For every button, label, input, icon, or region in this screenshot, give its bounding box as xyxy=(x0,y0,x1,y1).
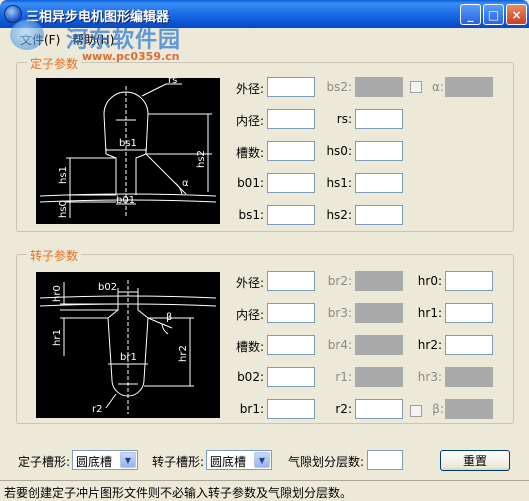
stator-hs1-input[interactable] xyxy=(355,173,403,193)
rotor-beta-input[interactable] xyxy=(445,399,493,419)
stator-slot-drawing: rs bs1 hs2 hs1 hs0 b01 α xyxy=(39,78,217,218)
rotor-b02-input[interactable] xyxy=(267,367,315,387)
stator-alpha-label: α: xyxy=(432,80,444,94)
rotor-slot-type-value: 圆底槽 xyxy=(210,455,247,469)
stator-hs0-input[interactable] xyxy=(355,141,403,161)
diagram-label-alpha: α xyxy=(182,178,189,189)
rotor-br1-label: br1: xyxy=(239,402,264,416)
chevron-down-icon[interactable]: ▼ xyxy=(254,452,270,468)
stator-slot-type-label: 定子槽形: xyxy=(18,455,71,469)
menu-bar: 文件(F) 帮助(H) xyxy=(0,28,529,48)
rotor-outer-dia-input[interactable] xyxy=(267,271,315,291)
rotor-br3-label: br3: xyxy=(327,306,352,320)
stator-slot-type-value: 圆底槽 xyxy=(76,455,113,469)
rotor-br2-input[interactable] xyxy=(355,271,403,291)
rotor-slot-type-label: 转子槽形: xyxy=(152,455,205,469)
diagram-label-hs1: hs1 xyxy=(58,166,69,184)
rotor-beta-checkbox[interactable] xyxy=(410,405,422,417)
stator-alpha-input[interactable] xyxy=(445,77,493,97)
reset-button[interactable]: 重置 xyxy=(440,450,510,471)
stator-group-title: 定子参数 xyxy=(27,55,82,72)
rotor-slot-diagram: hr0 b02 β hr1 br1 hr2 r2 xyxy=(36,272,220,418)
diagram-label-rs: rs xyxy=(168,78,177,86)
rotor-b02-label: b02: xyxy=(237,370,264,384)
stator-slot-diagram: rs bs1 hs2 hs1 hs0 b01 α xyxy=(36,78,220,224)
stator-bs1-input[interactable] xyxy=(267,205,315,225)
diagram-label-hr2: hr2 xyxy=(178,345,189,362)
rotor-r1-input[interactable] xyxy=(355,367,403,387)
rotor-hr2-label: hr2: xyxy=(417,338,442,352)
diagram-label-b02: b02 xyxy=(98,282,117,293)
stator-slots-input[interactable] xyxy=(267,141,315,161)
rotor-group-title: 转子参数 xyxy=(27,247,82,264)
menu-file[interactable]: 文件(F) xyxy=(20,31,60,48)
stator-b01-input[interactable] xyxy=(267,173,315,193)
menu-help[interactable]: 帮助(H) xyxy=(72,31,114,48)
stator-alpha-checkbox[interactable] xyxy=(410,81,422,93)
stator-slot-type-select[interactable]: 圆底槽 ▼ xyxy=(72,450,138,470)
stator-hs0-label: hs0: xyxy=(326,144,352,158)
stator-rs-input[interactable] xyxy=(355,109,403,129)
stator-outer-dia-input[interactable] xyxy=(267,77,315,97)
stator-bs2-label: bs2: xyxy=(326,80,352,94)
app-icon[interactable] xyxy=(4,5,22,23)
rotor-br4-input[interactable] xyxy=(355,335,403,355)
rotor-slots-input[interactable] xyxy=(267,335,315,355)
rotor-r2-label: r2: xyxy=(335,402,352,416)
stator-b01-label: b01: xyxy=(237,176,264,190)
airgap-layers-label: 气隙划分层数: xyxy=(288,455,365,469)
stator-outer-dia-label: 外径: xyxy=(235,82,264,96)
rotor-r2-input[interactable] xyxy=(355,399,403,419)
diagram-label-beta: β xyxy=(166,312,172,323)
rotor-hr3-input[interactable] xyxy=(445,367,493,387)
diagram-label-hs0: hs0 xyxy=(58,200,69,218)
rotor-slot-drawing: hr0 b02 β hr1 br1 hr2 r2 xyxy=(39,280,217,415)
stator-inner-dia-input[interactable] xyxy=(267,109,315,129)
window-title: 三相异步电机图形编辑器 xyxy=(26,10,170,25)
diagram-label-b01: b01 xyxy=(116,195,135,206)
diagram-label-r2: r2 xyxy=(92,404,102,415)
maximize-button[interactable]: □ xyxy=(483,4,504,25)
rotor-r1-label: r1: xyxy=(335,370,352,384)
rotor-slot-type-select[interactable]: 圆底槽 ▼ xyxy=(206,450,272,470)
rotor-br4-label: br4: xyxy=(327,338,352,352)
stator-rs-label: rs: xyxy=(336,112,352,126)
close-button[interactable]: × xyxy=(506,4,527,25)
rotor-br2-label: br2: xyxy=(327,274,352,288)
rotor-inner-dia-input[interactable] xyxy=(267,303,315,323)
title-bar[interactable]: 三相异步电机图形编辑器 _ □ × xyxy=(0,0,529,28)
rotor-slots-label: 槽数: xyxy=(235,340,264,354)
stator-slots-label: 槽数: xyxy=(235,146,264,160)
rotor-outer-dia-label: 外径: xyxy=(235,276,264,290)
diagram-label-br1: br1 xyxy=(120,352,137,363)
status-bar: 若要创建定子冲片图形文件则不必输入转子参数及气隙划分层数。 xyxy=(0,480,529,501)
rotor-hr0-label: hr0: xyxy=(417,274,442,288)
airgap-layers-input[interactable] xyxy=(367,450,403,470)
diagram-label-hr1: hr1 xyxy=(52,329,63,346)
stator-bs2-input[interactable] xyxy=(355,77,403,97)
stator-inner-dia-label: 内径: xyxy=(235,114,264,128)
rotor-hr1-input[interactable] xyxy=(445,303,493,323)
rotor-beta-label: β: xyxy=(432,402,444,416)
rotor-hr3-label: hr3: xyxy=(417,370,442,384)
chevron-down-icon[interactable]: ▼ xyxy=(120,452,136,468)
rotor-inner-dia-label: 内径: xyxy=(235,308,264,322)
rotor-hr1-label: hr1: xyxy=(417,306,442,320)
diagram-label-hr0: hr0 xyxy=(52,285,63,302)
stator-hs1-label: hs1: xyxy=(326,176,352,190)
rotor-br1-input[interactable] xyxy=(267,399,315,419)
diagram-label-bs1: bs1 xyxy=(119,138,137,149)
rotor-hr2-input[interactable] xyxy=(445,335,493,355)
minimize-button[interactable]: _ xyxy=(460,4,481,25)
stator-hs2-label: hs2: xyxy=(326,208,352,222)
stator-hs2-input[interactable] xyxy=(355,205,403,225)
stator-bs1-label: bs1: xyxy=(238,208,264,222)
rotor-hr0-input[interactable] xyxy=(445,271,493,291)
rotor-br3-input[interactable] xyxy=(355,303,403,323)
diagram-label-hs2: hs2 xyxy=(196,150,207,168)
